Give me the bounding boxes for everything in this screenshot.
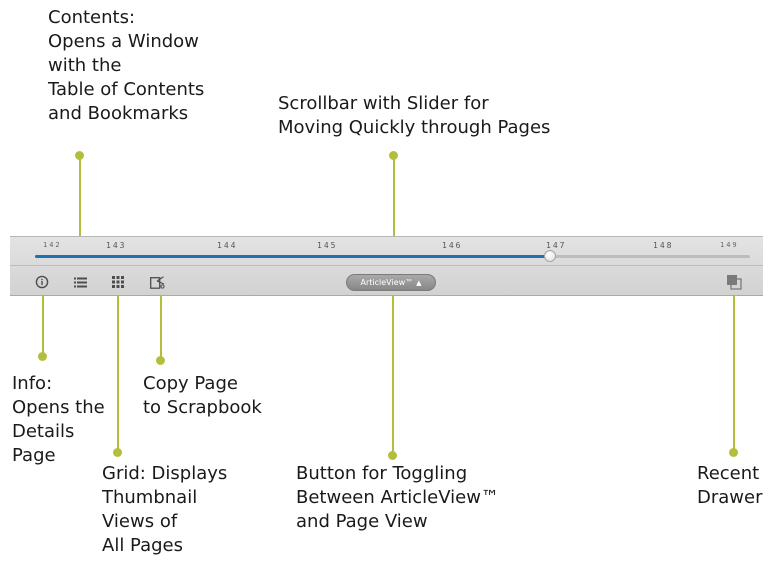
leader-scrollbar — [393, 156, 395, 246]
leader-dot-info — [38, 352, 47, 361]
leader-dot-recent — [729, 448, 738, 457]
callout-scrollbar: Scrollbar with Slider for Moving Quickly… — [278, 93, 551, 138]
leader-info — [42, 290, 44, 356]
recent-drawer-button[interactable] — [726, 274, 742, 290]
page-tick: 142 — [43, 241, 62, 249]
leader-dot-copy — [156, 356, 165, 365]
callout-grid: Grid: Displays Thumbnail Views of All Pa… — [102, 463, 228, 556]
recent-drawer-icon — [727, 275, 742, 290]
leader-dot-grid — [113, 448, 122, 457]
leader-dot-toggle — [388, 451, 397, 460]
callout-copy-page: Copy Page to Scrapbook — [143, 373, 262, 418]
page-tick: 148 — [653, 241, 674, 250]
info-button[interactable] — [34, 274, 50, 290]
reader-toolbar: 142 143 144 145 146 147 148 149 ArticleV… — [10, 236, 763, 296]
triangle-up-icon: ▲ — [416, 278, 422, 287]
leader-contents — [79, 156, 81, 246]
list-icon — [73, 277, 87, 287]
leader-copy — [160, 290, 162, 360]
scrapbook-icon — [149, 275, 165, 289]
grid-button[interactable] — [110, 274, 126, 290]
grid-icon — [112, 276, 124, 288]
page-scrollbar[interactable] — [35, 250, 750, 262]
leader-dot-contents — [75, 151, 84, 160]
info-icon — [35, 275, 49, 289]
page-tick: 143 — [106, 241, 127, 250]
scrollbar-slider-thumb[interactable] — [543, 250, 556, 262]
leader-toggle — [392, 290, 394, 456]
callout-contents: Contents: Opens a Window with the Table … — [48, 7, 205, 124]
callout-recent-drawer: Recent Drawer — [697, 463, 763, 508]
leader-recent — [733, 290, 735, 452]
leader-dot-scrollbar — [389, 151, 398, 160]
page-tick: 144 — [217, 241, 238, 250]
page-tick: 149 — [720, 241, 739, 249]
toolbar-divider — [10, 265, 763, 266]
page-tick: 145 — [317, 241, 338, 250]
callout-info: Info: Opens the Details Page — [12, 373, 105, 466]
articleview-label: ArticleView™ — [360, 278, 414, 287]
contents-button[interactable] — [72, 274, 88, 290]
copy-to-scrapbook-button[interactable] — [149, 274, 165, 290]
page-tick: 146 — [442, 241, 463, 250]
leader-grid — [117, 290, 119, 452]
articleview-toggle-button[interactable]: ArticleView™ ▲ — [346, 274, 436, 291]
scrollbar-progress — [35, 255, 550, 258]
callout-toggle: Button for Toggling Between ArticleView™… — [296, 463, 499, 532]
page-tick: 147 — [546, 241, 567, 250]
